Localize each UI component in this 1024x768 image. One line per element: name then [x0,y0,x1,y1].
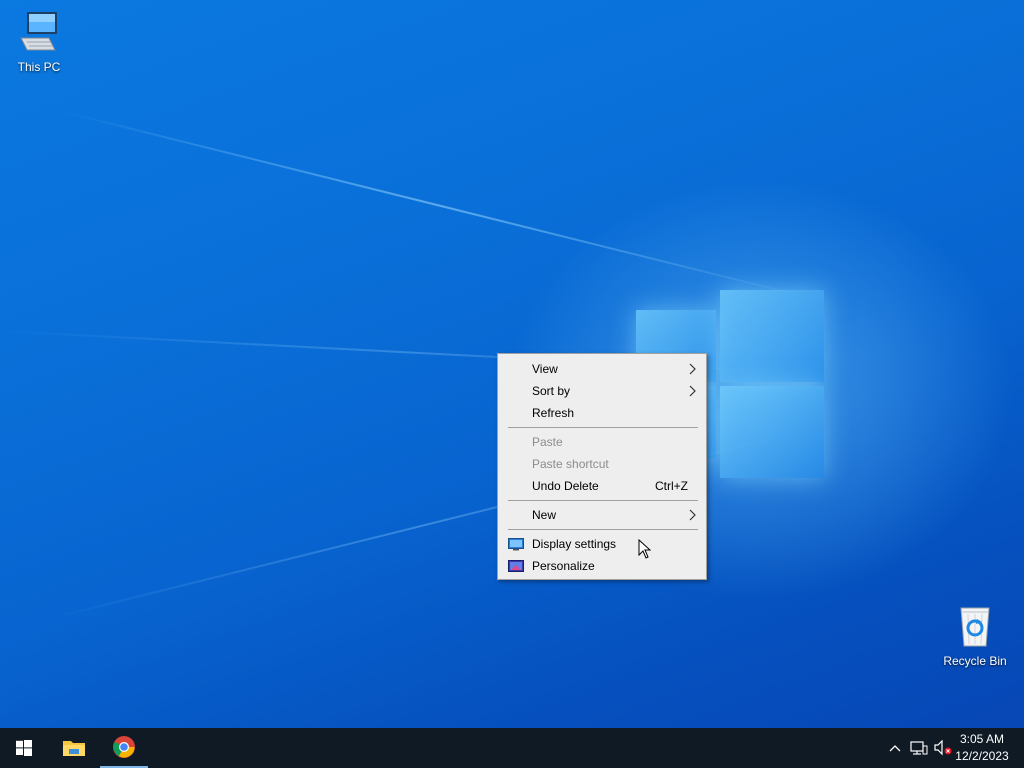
menu-item-label: Sort by [532,384,571,398]
clock-date: 12/2/2023 [955,749,1009,763]
menu-item-label: View [532,362,558,376]
desktop-icon-label: This PC [17,60,61,74]
chevron-up-icon [889,745,901,752]
menu-item-sort-by[interactable]: Sort by [498,380,706,402]
volume-muted-icon [934,740,952,756]
desktop[interactable]: This PC Recycle Bin View Sort by Refresh [0,0,1024,728]
taskbar-clock[interactable]: 3:05 AM 12/2/2023 [952,731,1012,765]
menu-separator [508,500,698,501]
network-icon [910,741,928,755]
desktop-icon-recycle-bin[interactable]: Recycle Bin [936,602,1014,668]
menu-item-label: Undo Delete [532,479,599,493]
taskbar: 3:05 AM 12/2/2023 [0,728,1024,768]
network-button[interactable] [907,728,931,768]
chevron-right-icon [689,363,696,375]
menu-item-label: New [532,508,557,522]
this-pc-icon [20,12,57,51]
menu-item-label: Display settings [532,537,617,551]
menu-item-paste[interactable]: Paste [498,431,706,453]
wallpaper-ray [59,110,818,301]
chrome-icon [113,736,135,758]
menu-item-display-settings[interactable]: Display settings [498,533,706,555]
chevron-right-icon [689,509,696,521]
display-settings-icon [508,538,524,551]
menu-item-paste-shortcut[interactable]: Paste shortcut [498,453,706,475]
clock-time: 3:05 AM [959,732,1005,746]
menu-item-label: Paste [532,435,563,449]
personalize-icon [508,560,524,572]
menu-item-label: Refresh [532,406,575,420]
menu-separator [508,529,698,530]
menu-item-refresh[interactable]: Refresh [498,402,706,424]
menu-item-label: Paste shortcut [532,457,609,471]
desktop-icon-this-pc[interactable]: This PC [0,8,78,74]
menu-item-view[interactable]: View [498,358,706,380]
start-button[interactable] [0,728,48,768]
menu-item-undo-delete[interactable]: Undo Delete Ctrl+Z [498,475,706,497]
chevron-right-icon [689,385,696,397]
start-icon [16,740,32,756]
taskbar-chrome[interactable] [100,728,148,768]
menu-item-label: Personalize [532,559,595,573]
desktop-context-menu: View Sort by Refresh Paste Paste shortcu… [497,353,707,580]
desktop-icon-label: Recycle Bin [943,654,1007,668]
show-hidden-icons-button[interactable] [884,728,906,768]
menu-item-new[interactable]: New [498,504,706,526]
mouse-cursor-icon [638,539,651,559]
menu-item-personalize[interactable]: Personalize [498,555,706,577]
menu-item-shortcut: Ctrl+Z [655,479,688,493]
menu-separator [508,427,698,428]
logo-pane [720,290,824,382]
logo-pane [720,386,824,478]
taskbar-file-explorer[interactable] [50,728,98,768]
file-explorer-icon [63,741,85,756]
recycle-bin-icon [960,607,990,647]
